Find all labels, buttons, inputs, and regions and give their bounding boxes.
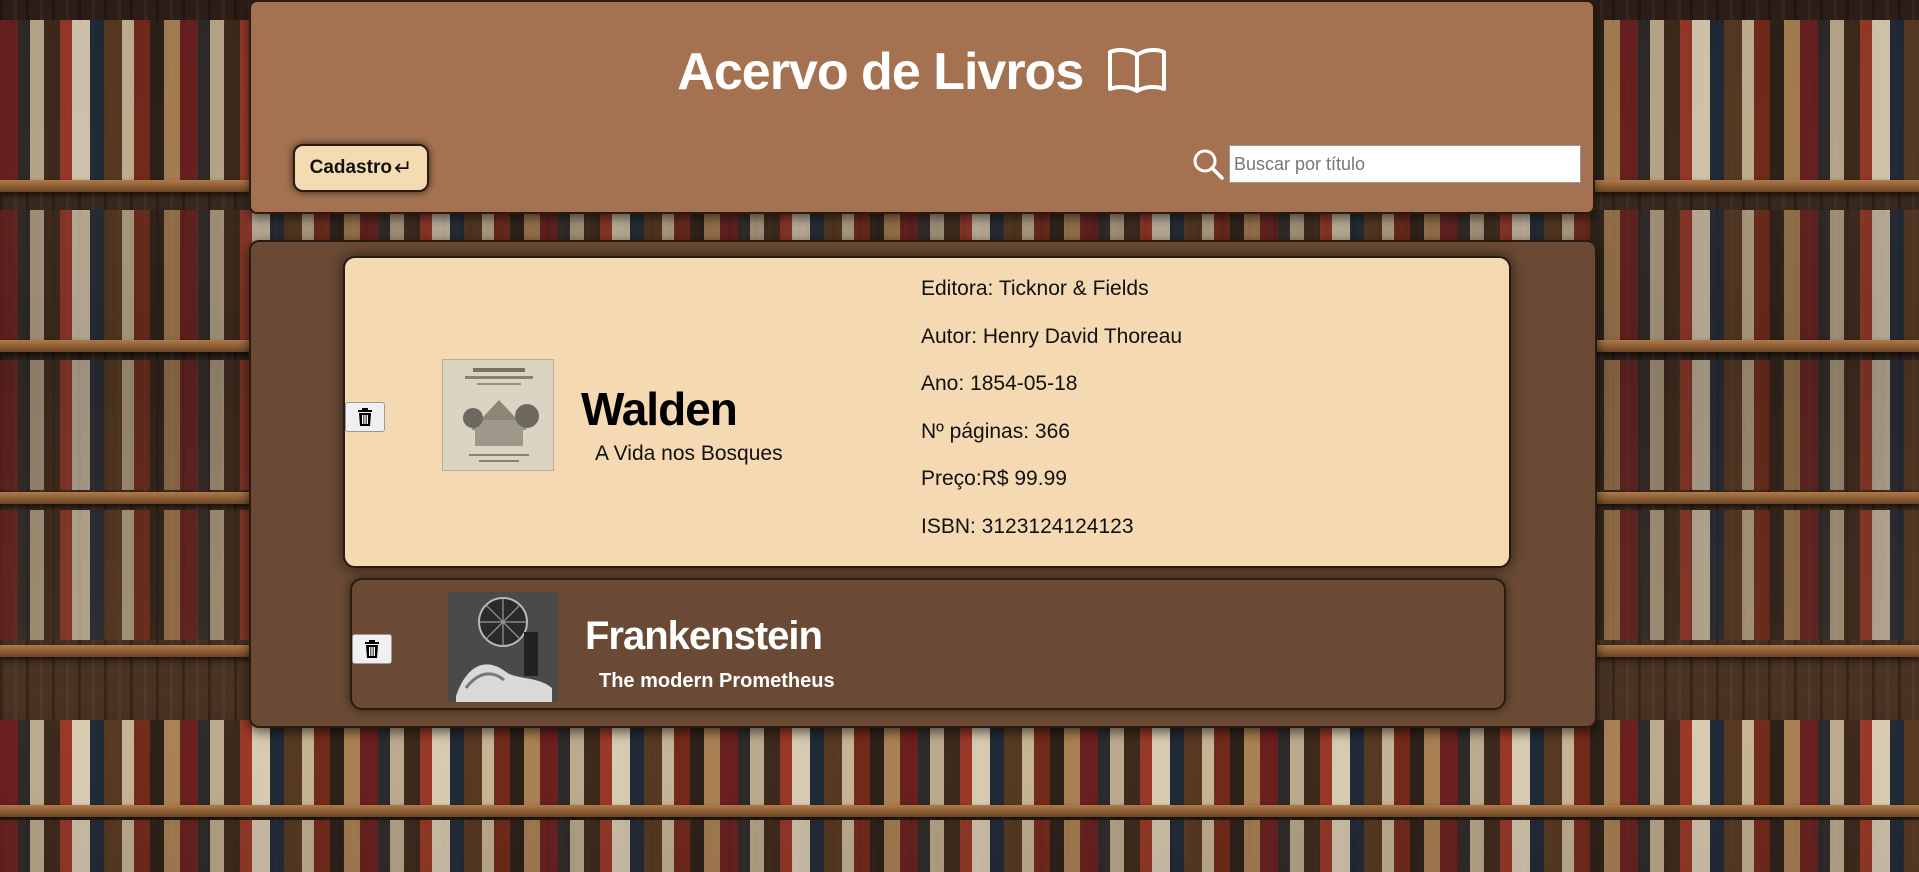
- book-pages: Nº páginas: 366: [921, 419, 1070, 443]
- book-cover-image: [442, 359, 554, 471]
- book-subtitle: The modern Prometheus: [599, 670, 835, 692]
- book-subtitle: A Vida nos Bosques: [595, 442, 783, 465]
- book-title: Walden: [581, 383, 738, 435]
- book-author: Autor: Henry David Thoreau: [921, 324, 1183, 348]
- register-button[interactable]: Cadastro ↵: [293, 144, 429, 192]
- search-icon[interactable]: [1191, 147, 1225, 181]
- book-card-walden[interactable]: Walden A Vida nos Bosques Editora: Tickn…: [343, 256, 1511, 568]
- search-input[interactable]: [1229, 145, 1581, 183]
- enter-arrow-icon: ↵: [393, 155, 413, 180]
- open-book-icon: [1107, 48, 1166, 94]
- page-title: Acervo de Livros: [677, 43, 1084, 101]
- book-card-frankenstein[interactable]: Frankenstein The modern Prometheus: [350, 578, 1506, 710]
- book-year: Ano: 1854-05-18: [921, 372, 1078, 395]
- trash-icon: [358, 408, 372, 426]
- delete-button[interactable]: [345, 402, 385, 432]
- header-panel: Acervo de Livros Cadastro ↵: [249, 0, 1595, 214]
- search-bar: [1191, 145, 1581, 183]
- book-list-panel: Walden A Vida nos Bosques Editora: Tickn…: [249, 240, 1597, 728]
- book-title: Frankenstein: [585, 614, 823, 658]
- register-button-label: Cadastro: [309, 157, 392, 178]
- book-details: Editora: Ticknor & Fields Autor: Henry D…: [921, 278, 1182, 563]
- book-price: Preço:R$ 99.99: [921, 467, 1067, 490]
- delete-button[interactable]: [352, 634, 392, 664]
- page-title-row: Acervo de Livros: [251, 42, 1593, 102]
- trash-icon: [365, 640, 379, 658]
- book-isbn: ISBN: 3123124124123: [921, 514, 1134, 538]
- book-publisher: Editora: Ticknor & Fields: [921, 277, 1149, 300]
- book-cover-image: [448, 592, 558, 702]
